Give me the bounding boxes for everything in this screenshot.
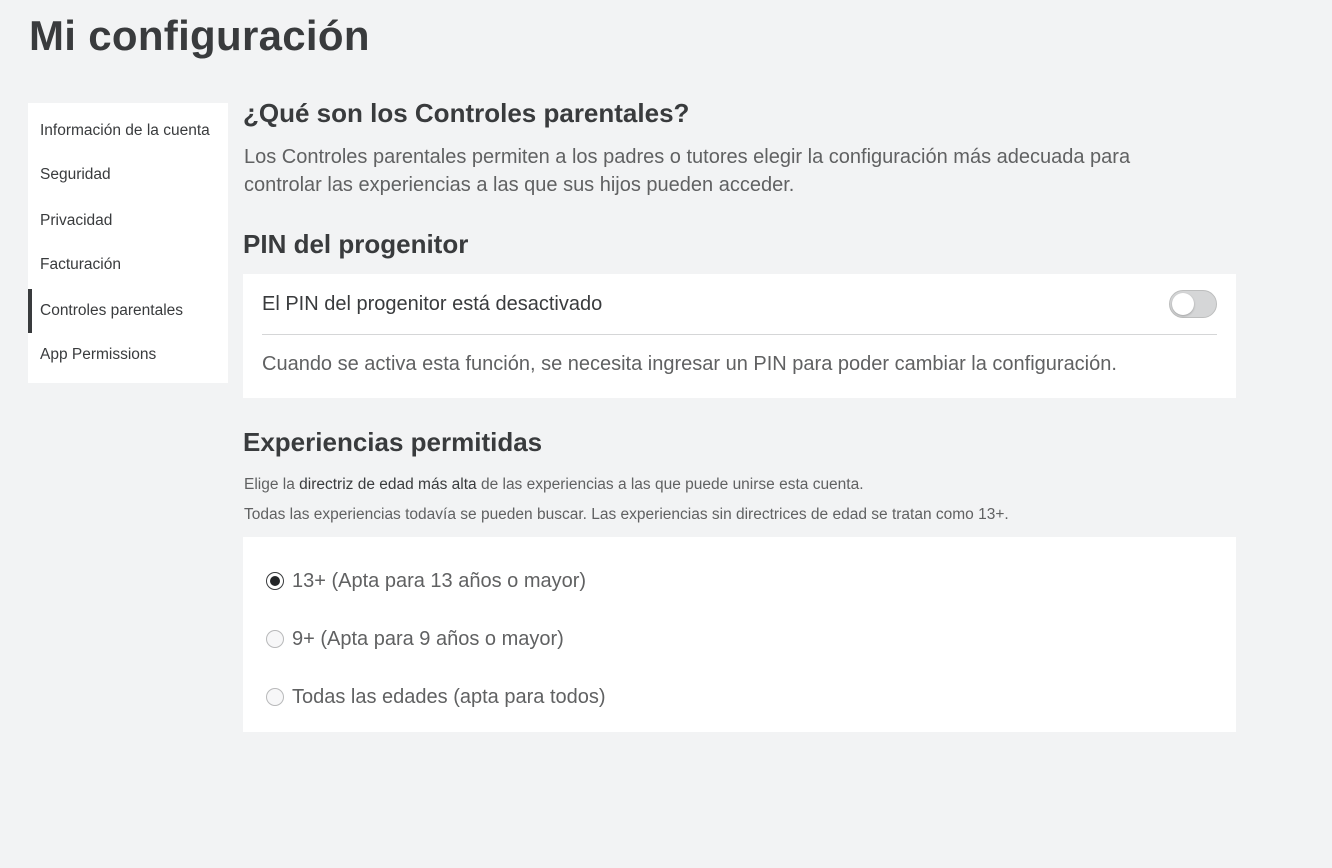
sidebar-item-account-info[interactable]: Información de la cuenta <box>28 109 228 153</box>
parental-controls-heading: ¿Qué son los Controles parentales? <box>243 98 690 128</box>
sidebar-item-label: Seguridad <box>40 166 111 183</box>
parent-pin-panel: El PIN del progenitor está desactivado C… <box>243 274 1236 398</box>
parent-pin-heading: PIN del progenitor <box>243 229 469 259</box>
age-option-9plus[interactable]: 9+ (Apta para 9 años o mayor) <box>266 624 1213 654</box>
experiences-note: Todas las experiencias todavía se pueden… <box>244 506 1009 523</box>
sidebar-item-privacy[interactable]: Privacidad <box>28 199 228 243</box>
parental-controls-description: Los Controles parentales permiten a los … <box>244 146 1131 196</box>
experiences-instruction-emphasis: directriz de edad más alta <box>299 476 477 493</box>
age-option-label: 9+ (Apta para 9 años o mayor) <box>292 627 564 650</box>
age-option-all-ages[interactable]: Todas las edades (apta para todos) <box>266 682 1213 712</box>
age-option-13plus[interactable]: 13+ (Apta para 13 años o mayor) <box>266 566 1213 596</box>
page-title: Mi configuración <box>29 12 370 59</box>
experiences-instruction-suffix: de las experiencias a las que puede unir… <box>476 476 864 493</box>
sidebar-item-label: Privacidad <box>40 212 113 229</box>
sidebar-item-label: Información de la cuenta <box>40 122 210 139</box>
radio-button[interactable] <box>266 630 284 648</box>
sidebar-item-label: Facturación <box>40 256 121 273</box>
age-option-label: Todas las edades (apta para todos) <box>292 685 606 708</box>
sidebar-item-label: App Permissions <box>40 346 157 363</box>
experiences-instruction-prefix: Elige la <box>244 476 300 493</box>
sidebar-item-label: Controles parentales <box>40 302 184 319</box>
toggle-knob <box>1172 293 1194 315</box>
settings-content: ¿Qué son los Controles parentales? Los C… <box>243 98 1236 732</box>
experiences-instruction: Elige la directriz de edad más alta de l… <box>244 475 1236 495</box>
parent-pin-row: El PIN del progenitor está desactivado <box>262 274 1217 335</box>
radio-button[interactable] <box>266 688 284 706</box>
age-option-label: 13+ (Apta para 13 años o mayor) <box>292 569 587 592</box>
parent-pin-toggle[interactable] <box>1169 290 1217 318</box>
settings-sidebar: Información de la cuenta Seguridad Priva… <box>28 103 228 383</box>
parent-pin-description: Cuando se activa esta función, se necesi… <box>262 353 1117 375</box>
sidebar-item-billing[interactable]: Facturación <box>28 243 228 287</box>
sidebar-item-app-permissions[interactable]: App Permissions <box>28 333 228 377</box>
sidebar-item-security[interactable]: Seguridad <box>28 153 228 197</box>
allowed-experiences-heading: Experiencias permitidas <box>243 427 543 457</box>
parent-pin-status-label: El PIN del progenitor está desactivado <box>262 292 603 315</box>
age-rating-options: 13+ (Apta para 13 años o mayor) 9+ (Apta… <box>243 537 1236 732</box>
radio-button[interactable] <box>266 572 284 590</box>
sidebar-item-parental-controls[interactable]: Controles parentales <box>28 289 228 333</box>
